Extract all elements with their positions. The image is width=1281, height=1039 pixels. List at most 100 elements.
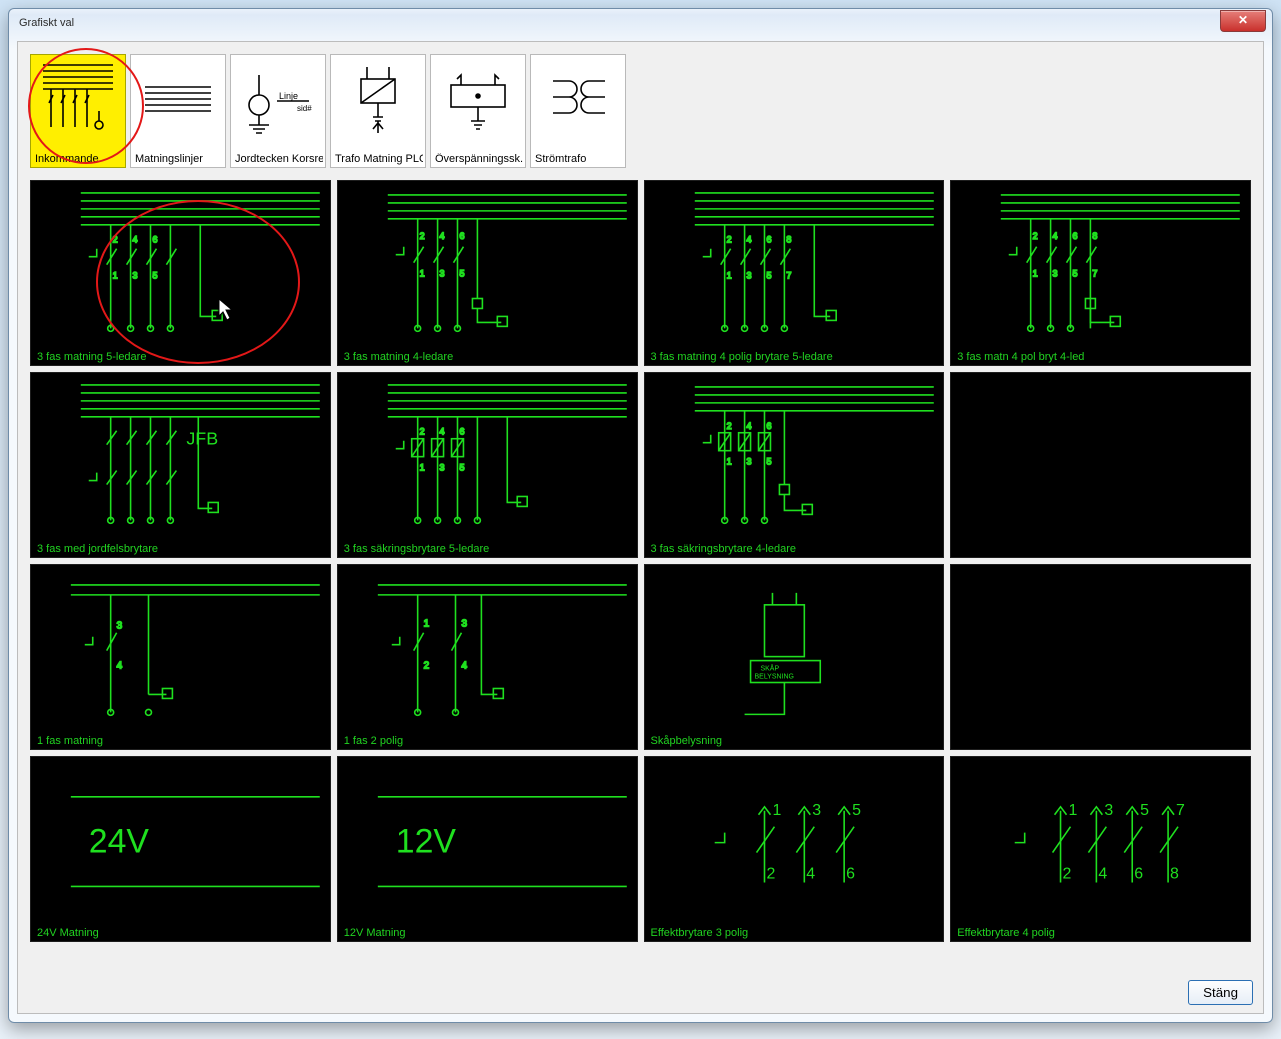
svg-text:24V: 24V — [89, 823, 150, 861]
category-thumb — [131, 55, 225, 145]
category-label: Trafo Matning PLC — [335, 153, 423, 165]
tile-24v[interactable]: 24V 24V Matning — [30, 756, 331, 942]
tile-3fas-4ledare[interactable]: 2 4 6 1 3 5 3 fas matning 4-ledare — [337, 180, 638, 366]
svg-text:1: 1 — [419, 269, 424, 279]
svg-text:4: 4 — [439, 231, 444, 241]
svg-text:2: 2 — [766, 865, 775, 882]
category-trafo-plc[interactable]: Trafo Matning PLC — [330, 54, 426, 168]
dialog-body: Inkommande Matningslinjer Linj — [17, 41, 1264, 1014]
close-button[interactable]: Stäng — [1188, 980, 1253, 1005]
tile-caption: 3 fas matning 4 polig brytare 5-ledare — [651, 351, 833, 363]
svg-text:2: 2 — [423, 661, 429, 672]
svg-text:3: 3 — [439, 269, 444, 279]
category-matningslinjer[interactable]: Matningslinjer — [130, 54, 226, 168]
category-stromtrafo[interactable]: Strömtrafo — [530, 54, 626, 168]
svg-text:JFB: JFB — [186, 429, 218, 449]
svg-text:3: 3 — [461, 619, 467, 630]
tile-caption: 3 fas matning 4-ledare — [344, 351, 453, 363]
svg-text:Linje: Linje — [279, 91, 298, 101]
svg-text:1: 1 — [772, 802, 781, 819]
svg-text:8: 8 — [1170, 865, 1179, 882]
category-thumb — [531, 55, 625, 145]
svg-text:5: 5 — [459, 269, 464, 279]
window-close-button[interactable]: ✕ — [1220, 10, 1266, 32]
svg-text:SKÅP: SKÅP — [760, 664, 779, 673]
svg-text:4: 4 — [439, 427, 444, 437]
svg-text:4: 4 — [117, 661, 123, 672]
svg-text:1: 1 — [419, 463, 424, 473]
window-title: Grafiskt val — [19, 9, 74, 37]
category-jordtecken[interactable]: Linje sid# Jordtecken Korsrefe — [230, 54, 326, 168]
tile-3fas-4polig-5led[interactable]: 2468 1357 3 fas matning 4 polig brytare … — [644, 180, 945, 366]
svg-text:2: 2 — [1063, 865, 1072, 882]
svg-text:4: 4 — [1053, 231, 1058, 241]
tile-caption: 3 fas säkringsbrytare 5-ledare — [344, 543, 490, 555]
tile-caption: Effektbrytare 3 polig — [651, 927, 749, 939]
svg-text:4: 4 — [746, 235, 751, 245]
window: Grafiskt val ✕ Inkommande — [8, 8, 1273, 1023]
svg-text:4: 4 — [461, 661, 467, 672]
svg-text:2: 2 — [726, 421, 731, 431]
svg-text:6: 6 — [766, 421, 771, 431]
svg-text:1: 1 — [726, 457, 731, 467]
svg-text:3: 3 — [746, 271, 751, 281]
tile-1fas[interactable]: 3 4 1 fas matning — [30, 564, 331, 750]
tile-12v[interactable]: 12V 12V Matning — [337, 756, 638, 942]
tile-jfb[interactable]: JFB 3 fas med jordfelsbrytare — [30, 372, 331, 558]
tile-3fas-4pol-4led[interactable]: 2468 1357 3 fas matn 4 pol bryt 4-led — [950, 180, 1251, 366]
svg-text:6: 6 — [1134, 865, 1143, 882]
svg-text:4: 4 — [133, 235, 138, 245]
tile-eff4[interactable]: 1 3 5 7 2 4 6 8 Effektbrytare 4 polig — [950, 756, 1251, 942]
svg-text:7: 7 — [786, 271, 791, 281]
svg-text:4: 4 — [806, 865, 815, 882]
titlebar: Grafiskt val — [9, 9, 1272, 37]
svg-text:7: 7 — [1093, 269, 1098, 279]
svg-text:BELYSNING: BELYSNING — [754, 674, 793, 681]
svg-text:4: 4 — [746, 421, 751, 431]
category-inkommande[interactable]: Inkommande — [30, 54, 126, 168]
tile-fuse5[interactable]: 246 135 3 fas säkringsbrytare 5-ledare — [337, 372, 638, 558]
svg-text:3: 3 — [1105, 802, 1114, 819]
svg-text:5: 5 — [459, 463, 464, 473]
svg-text:5: 5 — [766, 457, 771, 467]
svg-text:2: 2 — [113, 235, 118, 245]
category-label: Strömtrafo — [535, 153, 623, 165]
svg-text:5: 5 — [1073, 269, 1078, 279]
svg-text:1: 1 — [1069, 802, 1078, 819]
tile-caption: Skåpbelysning — [651, 735, 723, 747]
svg-text:2: 2 — [419, 231, 424, 241]
category-overspanning[interactable]: Överspänningssk. — [430, 54, 526, 168]
svg-text:4: 4 — [1099, 865, 1108, 882]
svg-text:1: 1 — [423, 619, 429, 630]
svg-text:6: 6 — [846, 865, 855, 882]
tile-1fas-2polig[interactable]: 13 24 1 fas 2 polig — [337, 564, 638, 750]
category-toolbar: Inkommande Matningslinjer Linj — [30, 54, 626, 168]
svg-text:3: 3 — [746, 457, 751, 467]
svg-text:3: 3 — [439, 463, 444, 473]
svg-text:1: 1 — [1033, 269, 1038, 279]
svg-text:5: 5 — [1140, 802, 1149, 819]
svg-text:8: 8 — [1093, 231, 1098, 241]
svg-text:8: 8 — [786, 235, 791, 245]
tile-empty[interactable] — [950, 564, 1251, 750]
svg-text:6: 6 — [459, 427, 464, 437]
svg-text:3: 3 — [1053, 269, 1058, 279]
tile-caption: 3 fas med jordfelsbrytare — [37, 543, 158, 555]
tile-skapbelysning[interactable]: SKÅP BELYSNING Skåpbelysning — [644, 564, 945, 750]
category-label: Inkommande — [35, 153, 123, 165]
tile-fuse4[interactable]: 246 135 3 fas säkringsbrytare 4-ledare — [644, 372, 945, 558]
tile-caption: 24V Matning — [37, 927, 99, 939]
svg-text:1: 1 — [113, 271, 118, 281]
svg-text:2: 2 — [1033, 231, 1038, 241]
tile-caption: Effektbrytare 4 polig — [957, 927, 1055, 939]
svg-text:6: 6 — [152, 235, 157, 245]
tile-caption: 1 fas matning — [37, 735, 103, 747]
category-thumb — [331, 55, 425, 145]
preview-grid: 2 4 6 1 3 5 3 fas matning 5-ledare — [30, 180, 1251, 942]
svg-text:6: 6 — [766, 235, 771, 245]
tile-eff3[interactable]: 1 3 5 2 4 6 Effektbrytare 3 polig — [644, 756, 945, 942]
svg-text:6: 6 — [459, 231, 464, 241]
tile-3fas-5ledare[interactable]: 2 4 6 1 3 5 3 fas matning 5-ledare — [30, 180, 331, 366]
svg-text:5: 5 — [152, 271, 157, 281]
tile-empty[interactable] — [950, 372, 1251, 558]
